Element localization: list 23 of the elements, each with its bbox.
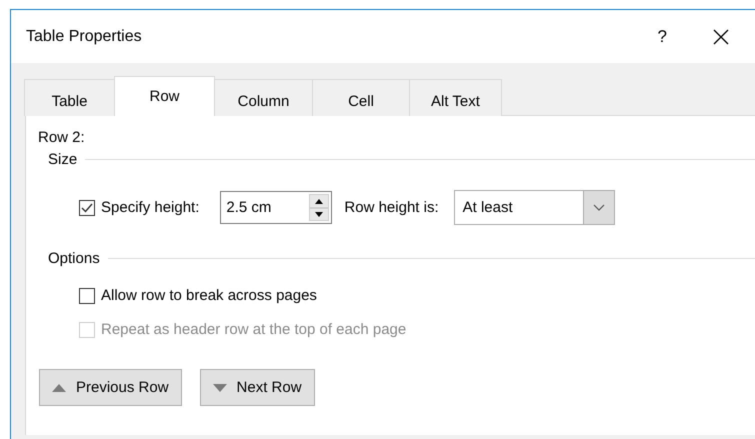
down-triangle-icon	[212, 382, 227, 392]
window-title: Table Properties	[26, 28, 143, 46]
help-button[interactable]: ?	[658, 26, 667, 46]
tab[interactable]: Table	[24, 79, 115, 116]
checkbox-label: Specify height:	[101, 199, 200, 216]
up-triangle-icon	[52, 382, 66, 392]
section-heading: Options	[48, 250, 100, 267]
previous-row-button[interactable]: Previous Row	[39, 369, 182, 406]
checkbox[interactable]	[79, 288, 95, 304]
checkbox-label: Repeat as header row at the top of each page	[101, 321, 406, 338]
tab[interactable]: Row	[114, 76, 215, 116]
next-row-button[interactable]: Next Row	[200, 369, 315, 406]
row-height-dropdown[interactable]: At least	[454, 190, 615, 225]
row-label: Row 2:	[38, 129, 86, 146]
checkbox-label: Allow row to break across pages	[101, 287, 317, 304]
close-icon[interactable]	[713, 28, 729, 44]
field-label: Row height is:	[344, 199, 439, 216]
section-heading: Size	[48, 151, 78, 168]
tab[interactable]: Alt Text	[409, 79, 502, 116]
tab[interactable]: Column	[214, 79, 313, 116]
tab[interactable]: Cell	[312, 79, 410, 116]
chevron-down-icon	[592, 204, 605, 212]
checkbox[interactable]	[79, 200, 95, 216]
